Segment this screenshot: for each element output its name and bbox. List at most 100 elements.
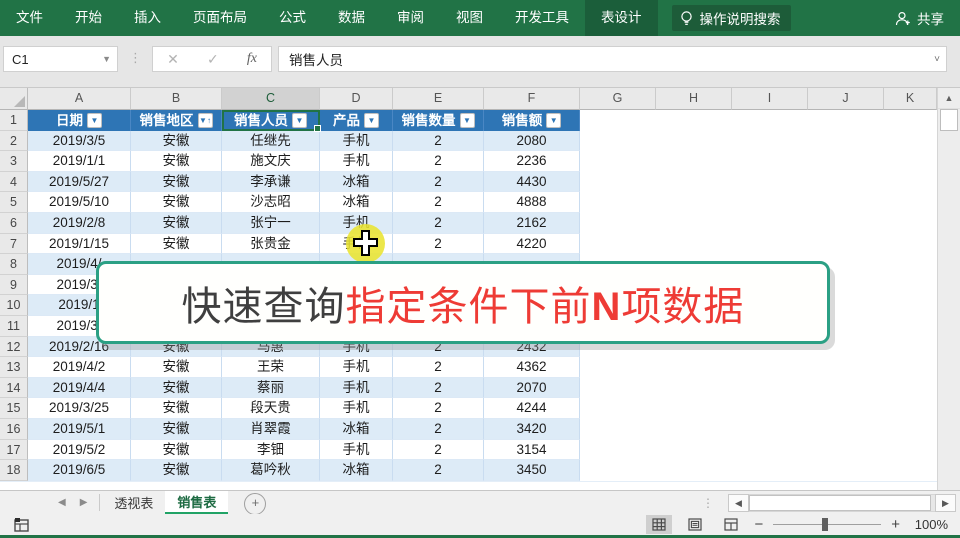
cell[interactable]: 安徽 <box>131 460 222 481</box>
select-all-corner[interactable] <box>0 88 28 110</box>
cell[interactable]: 王荣 <box>222 357 320 378</box>
cell[interactable]: 手机 <box>320 357 393 378</box>
table-header-cell[interactable]: 销售人员▼ <box>222 110 320 131</box>
empty-cell[interactable] <box>808 234 884 255</box>
empty-cell[interactable] <box>808 357 884 378</box>
empty-cell[interactable] <box>580 378 656 399</box>
table-header-cell[interactable]: 销售额▼ <box>484 110 580 131</box>
empty-cell[interactable] <box>732 460 808 481</box>
sheet-tab-销售表[interactable]: 销售表 <box>165 491 228 514</box>
empty-cell[interactable] <box>732 419 808 440</box>
empty-cell[interactable] <box>808 440 884 461</box>
hscroll-splitter[interactable]: ⋮ <box>702 491 714 514</box>
empty-cell[interactable] <box>732 440 808 461</box>
vertical-scrollbar-thumb[interactable] <box>940 109 958 131</box>
cell[interactable]: 施文庆 <box>222 151 320 172</box>
filter-dropdown-icon[interactable]: ▼ <box>292 113 307 128</box>
empty-cell[interactable] <box>580 172 656 193</box>
row-header-5[interactable]: 5 <box>0 192 28 213</box>
empty-cell[interactable] <box>884 172 937 193</box>
cell[interactable]: 2 <box>393 151 484 172</box>
scroll-left-icon[interactable]: ◀ <box>728 494 749 512</box>
empty-cell[interactable] <box>884 398 937 419</box>
sheet-next-icon[interactable]: ▶ <box>80 497 88 508</box>
empty-cell[interactable] <box>732 234 808 255</box>
formula-bar-splitter[interactable]: ⋮ <box>129 50 142 66</box>
zoom-out-button[interactable]: − <box>754 517 763 532</box>
column-header-F[interactable]: F <box>484 88 580 110</box>
cell[interactable]: 2 <box>393 419 484 440</box>
cell[interactable]: 3420 <box>484 419 580 440</box>
empty-cell[interactable] <box>732 398 808 419</box>
empty-cell[interactable] <box>656 378 732 399</box>
cancel-button[interactable]: ✕ <box>167 51 179 68</box>
page-break-view-button[interactable] <box>718 515 744 534</box>
table-header-cell[interactable]: 销售地区▼↑ <box>131 110 222 131</box>
empty-cell[interactable] <box>656 110 732 131</box>
cell[interactable]: 2019/5/2 <box>28 440 131 461</box>
column-header-E[interactable]: E <box>393 88 484 110</box>
empty-cell[interactable] <box>884 440 937 461</box>
cell[interactable]: 2 <box>393 460 484 481</box>
row-header-4[interactable]: 4 <box>0 172 28 193</box>
empty-cell[interactable] <box>580 234 656 255</box>
ribbon-tab-数据[interactable]: 数据 <box>322 0 381 36</box>
column-header-G[interactable]: G <box>580 88 656 110</box>
empty-cell[interactable] <box>884 275 937 296</box>
cell[interactable]: 张贵金 <box>222 234 320 255</box>
normal-view-button[interactable] <box>646 515 672 534</box>
empty-cell[interactable] <box>808 378 884 399</box>
filter-dropdown-icon[interactable]: ▼ <box>364 113 379 128</box>
cell[interactable]: 安徽 <box>131 378 222 399</box>
cell[interactable]: 2 <box>393 131 484 152</box>
column-header-K[interactable]: K <box>884 88 937 110</box>
add-sheet-button[interactable]: + <box>244 493 266 515</box>
empty-cell[interactable] <box>580 131 656 152</box>
column-header-I[interactable]: I <box>732 88 808 110</box>
empty-cell[interactable] <box>808 192 884 213</box>
cell[interactable]: 安徽 <box>131 398 222 419</box>
cell[interactable]: 葛吟秋 <box>222 460 320 481</box>
empty-cell[interactable] <box>808 419 884 440</box>
cell[interactable]: 肖翠霞 <box>222 419 320 440</box>
vertical-scrollbar[interactable]: ▲ <box>937 88 960 490</box>
enter-button[interactable]: ✓ <box>207 51 219 68</box>
zoom-slider-handle[interactable] <box>822 518 828 531</box>
cell[interactable]: 2019/5/10 <box>28 192 131 213</box>
empty-cell[interactable] <box>656 398 732 419</box>
sheet-prev-icon[interactable]: ◀ <box>58 497 66 508</box>
empty-cell[interactable] <box>580 357 656 378</box>
ribbon-tab-文件[interactable]: 文件 <box>0 0 59 36</box>
cell[interactable]: 2019/4/4 <box>28 378 131 399</box>
empty-cell[interactable] <box>884 337 937 358</box>
empty-cell[interactable] <box>656 440 732 461</box>
column-header-A[interactable]: A <box>28 88 131 110</box>
empty-cell[interactable] <box>884 460 937 481</box>
cell[interactable]: 2 <box>393 378 484 399</box>
cell[interactable]: 冰箱 <box>320 172 393 193</box>
cell[interactable]: 蔡丽 <box>222 378 320 399</box>
empty-cell[interactable] <box>656 213 732 234</box>
empty-cell[interactable] <box>884 213 937 234</box>
empty-cell[interactable] <box>884 151 937 172</box>
row-header-12[interactable]: 12 <box>0 337 28 358</box>
empty-cell[interactable] <box>656 357 732 378</box>
zoom-slider[interactable] <box>773 517 881 532</box>
cell[interactable]: 安徽 <box>131 419 222 440</box>
empty-cell[interactable] <box>580 398 656 419</box>
cell[interactable]: 李承谦 <box>222 172 320 193</box>
cell[interactable]: 手机 <box>320 398 393 419</box>
cell[interactable]: 安徽 <box>131 357 222 378</box>
cell[interactable]: 手机 <box>320 131 393 152</box>
empty-cell[interactable] <box>808 110 884 131</box>
cell[interactable]: 2 <box>393 213 484 234</box>
empty-cell[interactable] <box>732 192 808 213</box>
row-header-13[interactable]: 13 <box>0 357 28 378</box>
formula-bar-expand-icon[interactable]: ˅ <box>934 54 946 65</box>
empty-cell[interactable] <box>884 357 937 378</box>
empty-cell[interactable] <box>580 110 656 131</box>
cell[interactable]: 2019/5/27 <box>28 172 131 193</box>
cell[interactable]: 冰箱 <box>320 192 393 213</box>
column-header-D[interactable]: D <box>320 88 393 110</box>
empty-cell[interactable] <box>732 357 808 378</box>
